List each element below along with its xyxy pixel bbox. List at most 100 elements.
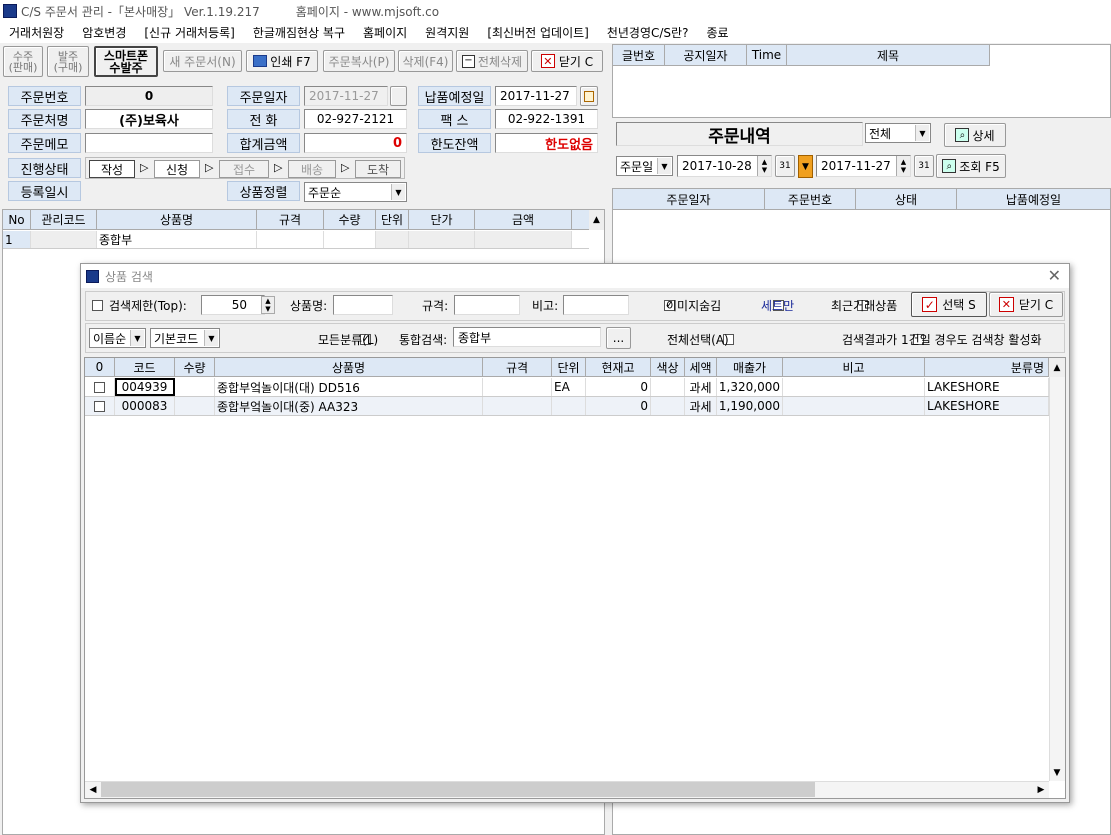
cell-color[interactable] — [651, 397, 685, 415]
integrated-search-input[interactable]: 종합부 — [453, 327, 601, 347]
scroll-up-icon[interactable]: ▲ — [589, 210, 604, 230]
scroll-up-icon[interactable]: ▲ — [1049, 358, 1065, 377]
fax-field[interactable]: 02-922-1391 — [495, 109, 598, 129]
date-from-spin[interactable]: ▲ ▼ — [757, 156, 771, 176]
menu-about[interactable]: 천년경영C/S란? — [598, 24, 698, 41]
cell-unit[interactable]: EA — [552, 378, 586, 396]
step-write[interactable]: 작성 — [89, 160, 135, 178]
limit-field: 한도없음 — [495, 133, 598, 153]
customer-field[interactable]: (주)보육사 — [85, 109, 213, 129]
calendar-icon[interactable] — [580, 86, 598, 106]
memo-field[interactable] — [85, 133, 213, 153]
step-apply[interactable]: 신청 — [154, 160, 200, 178]
cell-stock[interactable]: 0 — [586, 378, 651, 396]
cell-color[interactable] — [651, 378, 685, 396]
cell-note[interactable] — [783, 397, 925, 415]
step-arrive[interactable]: 도착 — [355, 160, 401, 178]
sort-select[interactable]: 주문순 ▼ — [304, 182, 407, 202]
memo-input[interactable] — [563, 295, 629, 315]
col-no: No — [3, 210, 31, 229]
detail-button[interactable]: ⌕ 상세 — [944, 123, 1006, 147]
calendar-icon[interactable]: 31 — [775, 155, 795, 177]
sort-label: 상품정렬 — [227, 181, 300, 201]
cell-category[interactable]: LAKESHORE — [925, 378, 1049, 396]
order-date-picker-button[interactable] — [390, 86, 407, 106]
cell-qty[interactable] — [175, 397, 215, 415]
more-button[interactable]: ... — [606, 327, 631, 349]
scroll-left-icon[interactable]: ◀ — [86, 782, 100, 797]
name-input[interactable] — [333, 295, 393, 315]
delivery-date-field[interactable]: 2017-11-27 — [495, 86, 577, 106]
close-order-button[interactable]: ✕ 닫기 C — [531, 50, 603, 72]
dropdown-arrow-icon[interactable]: ▼ — [798, 155, 813, 178]
vertical-scrollbar[interactable] — [1049, 377, 1065, 781]
menu-homepage[interactable]: 홈페이지 — [354, 24, 416, 41]
homepage-link[interactable]: 홈페이지 - www.mjsoft.co — [296, 3, 439, 20]
print-button[interactable]: 인쇄 F7 — [246, 50, 318, 72]
sale-button[interactable]: 수주 (판매) — [3, 46, 43, 77]
menu-new-customer[interactable]: [신규 거래처등록] — [135, 24, 243, 41]
cell-spec[interactable] — [257, 231, 324, 248]
cell-qty[interactable] — [175, 378, 215, 396]
cell-unit[interactable] — [552, 397, 586, 415]
close-icon[interactable]: ✕ — [1048, 266, 1061, 285]
limit-checkbox[interactable] — [92, 300, 103, 311]
dialog-title-bar: 상품 검색 ✕ — [81, 264, 1069, 288]
cell-product-name[interactable]: 종합부엌놀이대(중) AA323 — [215, 397, 483, 415]
cell-code[interactable]: 000083 — [115, 397, 175, 415]
table-row[interactable]: 1 종합부 — [3, 231, 589, 249]
date-to-spin[interactable]: ▲ ▼ — [896, 156, 910, 176]
buy-button[interactable]: 발주 (구매) — [47, 46, 89, 77]
table-row[interactable]: 004939 종합부엌놀이대(대) DD516 EA 0 과세 1,320,00… — [85, 378, 1049, 397]
cell-note[interactable] — [783, 378, 925, 396]
menu-font-fix[interactable]: 한글깨짐현상 복구 — [244, 24, 354, 41]
cell-spec[interactable] — [483, 378, 552, 396]
menu-exit[interactable]: 종료 — [697, 24, 737, 41]
limit-spin[interactable]: ▲ ▼ — [261, 296, 275, 314]
phone-field[interactable]: 02-927-2121 — [304, 109, 407, 129]
code-type-select[interactable]: 기본코드 ▼ — [150, 328, 220, 348]
cell-tax[interactable]: 과세 — [685, 397, 717, 415]
order-date-field[interactable]: 2017-11-27 — [304, 86, 388, 106]
select-button[interactable]: ✓ 선택 S — [911, 292, 987, 317]
cell-check[interactable] — [85, 378, 115, 396]
limit-input[interactable]: 50 — [201, 295, 265, 315]
table-row[interactable]: 000083 종합부엌놀이대(중) AA323 0 과세 1,190,000 L… — [85, 397, 1049, 416]
calendar-icon[interactable]: 31 — [914, 155, 934, 177]
filter-select[interactable]: 전체 ▼ — [865, 123, 931, 143]
cell-sale-price[interactable]: 1,190,000 — [717, 397, 783, 415]
scroll-right-icon[interactable]: ▶ — [1034, 782, 1048, 797]
scrollbar-thumb[interactable] — [101, 782, 815, 797]
row-checkbox[interactable] — [94, 400, 105, 412]
row-checkbox[interactable] — [94, 381, 105, 393]
cell-check[interactable] — [85, 397, 115, 415]
cell-tax[interactable]: 과세 — [685, 378, 717, 396]
cell-sale-price[interactable]: 1,320,000 — [717, 378, 783, 396]
delete-button[interactable]: 삭제(F4) — [398, 50, 453, 72]
cell-code[interactable]: 004939 — [115, 378, 175, 396]
close-x-icon: ✕ — [540, 54, 555, 68]
cell-product-name[interactable]: 종합부엌놀이대(대) DD516 — [215, 378, 483, 396]
new-order-button[interactable]: 새 주문서(N) — [163, 50, 242, 72]
sort-order-select[interactable]: 이름순 ▼ — [89, 328, 146, 348]
scroll-down-icon[interactable]: ▼ — [1049, 764, 1065, 781]
minus-box-icon: − — [461, 54, 475, 68]
dialog-close-button[interactable]: ✕ 닫기 C — [989, 292, 1063, 317]
spec-input[interactable] — [454, 295, 520, 315]
step-receive[interactable]: 접수 — [219, 160, 269, 178]
cell-qty[interactable] — [324, 231, 376, 248]
menu-update[interactable]: [최신버전 업데이트] — [478, 24, 598, 41]
cell-stock[interactable]: 0 — [586, 397, 651, 415]
cell-category[interactable]: LAKESHORE — [925, 397, 1049, 415]
step-ship[interactable]: 배송 — [288, 160, 336, 178]
cell-spec[interactable] — [483, 397, 552, 415]
date-type-select[interactable]: 주문일 ▼ — [616, 156, 673, 176]
search-button[interactable]: ⌕ 조회 F5 — [936, 154, 1006, 178]
copy-order-button[interactable]: 주문복사(P) — [323, 50, 395, 72]
menu-password[interactable]: 암호변경 — [73, 24, 135, 41]
smartphone-order-button[interactable]: 스마트폰 수발주 — [94, 46, 158, 77]
menu-ledger[interactable]: 거래처원장 — [0, 24, 73, 41]
delete-all-button[interactable]: − 전체삭제 — [456, 50, 528, 72]
menu-remote[interactable]: 원격지원 — [416, 24, 478, 41]
cell-name[interactable]: 종합부 — [97, 231, 257, 248]
